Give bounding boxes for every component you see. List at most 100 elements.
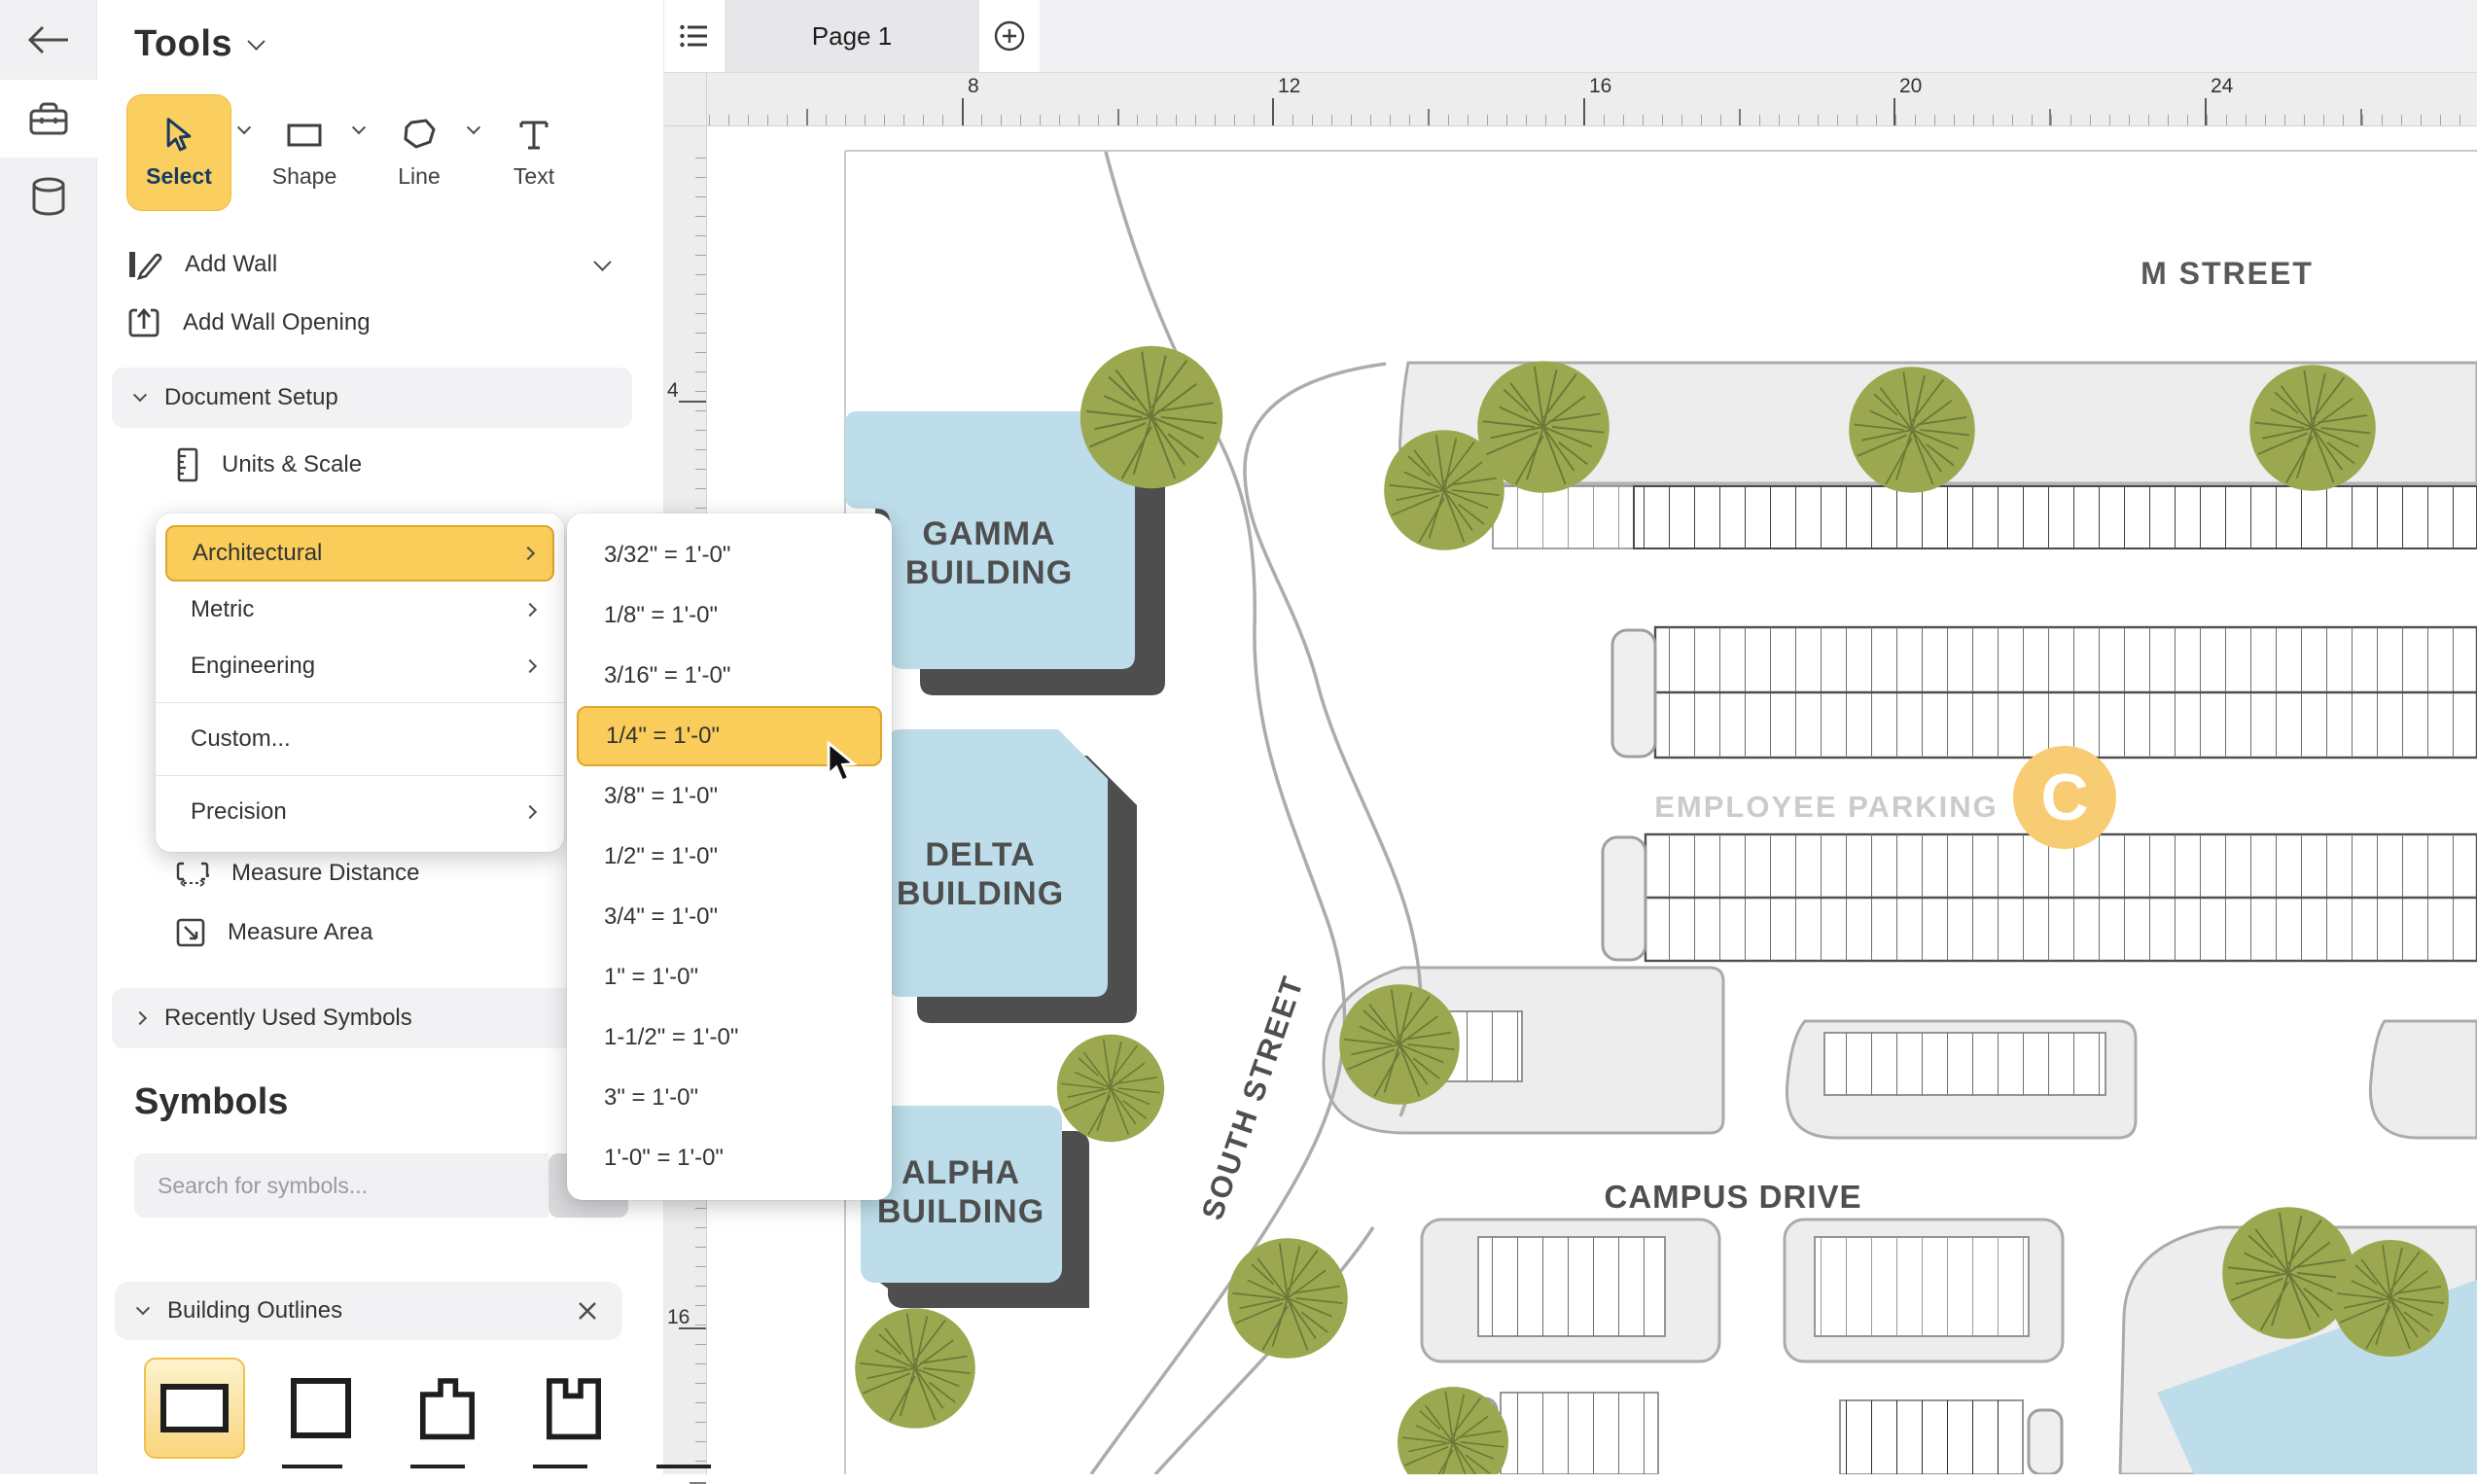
alpha-building[interactable]: ALPHA BUILDING (861, 1106, 1089, 1308)
document-setup-label: Document Setup (164, 384, 338, 411)
select-dropdown-chevron[interactable] (237, 121, 251, 134)
ruler-number: 24 (2211, 75, 2233, 98)
menu-item-custom[interactable]: Custom... (165, 711, 554, 767)
recently-used-label: Recently Used Symbols (164, 1005, 412, 1032)
cursor-icon (162, 117, 195, 154)
symbol-row2-peek[interactable] (282, 1465, 342, 1474)
scale-option[interactable]: 3" = 1'-0" (577, 1068, 882, 1128)
measure-distance-row[interactable]: Measure Distance (126, 848, 642, 899)
symbol-rect-wide[interactable] (144, 1358, 245, 1459)
scale-option[interactable]: 1/2" = 1'-0" (577, 827, 882, 887)
scale-option[interactable]: 1-1/2" = 1'-0" (577, 1007, 882, 1068)
gamma-building-label: GAMMA (922, 515, 1055, 552)
scale-option-label: 3/4" = 1'-0" (604, 903, 718, 931)
tool-buttons-row: Select Shape Line Text (126, 89, 642, 216)
architectural-scale-submenu: 3/32" = 1'-0" 1/8" = 1'-0" 3/16" = 1'-0"… (567, 513, 892, 1200)
add-wall-chevron[interactable] (593, 253, 611, 270)
add-page-button[interactable] (979, 0, 1040, 72)
add-wall-opening-label: Add Wall Opening (183, 309, 371, 336)
scale-option-label: 3/8" = 1'-0" (604, 783, 718, 810)
shapes-library-button[interactable] (0, 80, 97, 158)
employee-parking-label: EMPLOYEE PARKING (1654, 790, 1999, 824)
building-outlines-label: Building Outlines (167, 1297, 342, 1325)
ruler-number: 16 (667, 1306, 690, 1329)
page-tab-label: Page 1 (812, 21, 892, 52)
submenu-chevron-icon (523, 805, 537, 819)
symbol-search-input[interactable] (134, 1153, 548, 1218)
shape-tool-button[interactable]: Shape (263, 94, 346, 211)
data-button[interactable] (0, 158, 97, 235)
plus-circle-icon (993, 19, 1026, 53)
menu-item-engineering[interactable]: Engineering (165, 638, 554, 694)
shape-dropdown-chevron[interactable] (352, 121, 366, 134)
alpha-building-label: BUILDING (877, 1193, 1044, 1230)
add-wall-row[interactable]: Add Wall (126, 239, 642, 290)
select-tool-button[interactable]: Select (126, 94, 231, 211)
page-tab[interactable]: Page 1 (725, 0, 979, 72)
units-scale-row[interactable]: Units & Scale (126, 440, 642, 490)
menu-item-precision[interactable]: Precision (165, 784, 554, 840)
delta-building-label: DELTA (925, 836, 1035, 873)
menu-item-label: Architectural (193, 540, 322, 567)
ruler-number: 8 (968, 75, 979, 98)
site-plan-canvas[interactable]: GAMMA BUILDING DELTA BUILDING ALPHA BUIL… (707, 126, 2477, 1474)
menu-divider (156, 702, 564, 703)
scale-option[interactable]: 3/16" = 1'-0" (577, 646, 882, 706)
line-tool-label: Line (398, 163, 440, 190)
campus-drive-stalls[interactable] (1402, 1011, 2105, 1474)
scale-option-label: 1'-0" = 1'-0" (604, 1145, 724, 1172)
symbol-square[interactable] (270, 1358, 372, 1459)
back-button[interactable] (0, 0, 97, 80)
scale-option[interactable]: 1/8" = 1'-0" (577, 585, 882, 646)
menu-item-metric[interactable]: Metric (165, 582, 554, 638)
parking-badge-c[interactable]: C (2013, 746, 2116, 849)
delta-building[interactable]: DELTA BUILDING (888, 729, 1137, 1023)
left-icon-rail (0, 0, 97, 1474)
symbol-row2-peek[interactable] (533, 1465, 587, 1474)
symbol-square-notch[interactable] (523, 1358, 624, 1459)
document-setup-header[interactable]: Document Setup (112, 368, 632, 428)
database-icon (31, 177, 66, 216)
ruler-number: 12 (1278, 75, 1300, 98)
add-wall-opening-row[interactable]: Add Wall Opening (126, 298, 642, 348)
employee-parking-stalls[interactable] (1493, 486, 2477, 961)
scale-option[interactable]: 3/4" = 1'-0" (577, 887, 882, 947)
scale-option-label: 1/2" = 1'-0" (604, 843, 718, 870)
tools-header[interactable]: Tools (134, 23, 263, 65)
close-icon[interactable] (576, 1299, 599, 1323)
delta-building-label: BUILDING (897, 875, 1064, 912)
line-tool-button[interactable]: Line (377, 94, 461, 211)
menu-item-architectural[interactable]: Architectural (165, 525, 554, 582)
scale-option[interactable]: 1" = 1'-0" (577, 947, 882, 1007)
text-tool-button[interactable]: Text (492, 94, 576, 211)
add-wall-opening-icon (126, 305, 161, 340)
line-dropdown-chevron[interactable] (467, 121, 480, 134)
tools-title: Tools (134, 23, 232, 65)
scale-option[interactable]: 3/32" = 1'-0" (577, 525, 882, 585)
page-tab-bar: Page 1 (664, 0, 2477, 73)
building-outlines-chevron (136, 1301, 150, 1315)
page-list-button[interactable] (664, 0, 725, 72)
submenu-chevron-icon (523, 603, 537, 617)
measure-distance-label: Measure Distance (231, 860, 419, 887)
scale-option[interactable]: 1'-0" = 1'-0" (577, 1128, 882, 1188)
units-scale-menu: Architectural Metric Engineering Custom.… (156, 513, 564, 852)
m-street-label: M STREET (2141, 256, 2314, 291)
measure-distance-icon (175, 860, 210, 887)
measure-area-row[interactable]: Measure Area (126, 907, 642, 958)
recently-used-symbols-header[interactable]: Recently Used Symbols (112, 988, 632, 1048)
horizontal-ruler[interactable]: 8 12 16 20 24 (664, 73, 2477, 126)
symbol-row2-peek[interactable] (656, 1465, 711, 1474)
parking-island[interactable] (2370, 1021, 2477, 1138)
building-outlines-header[interactable]: Building Outlines (115, 1282, 622, 1340)
submenu-chevron-icon (521, 547, 535, 560)
symbol-square-tab[interactable] (397, 1358, 498, 1459)
alpha-building-label: ALPHA (902, 1154, 1020, 1191)
menu-item-label: Metric (191, 596, 254, 623)
symbol-grid (144, 1358, 689, 1459)
page-list-icon (680, 23, 709, 49)
measure-area-icon (175, 917, 206, 948)
symbol-row2-peek[interactable] (410, 1465, 465, 1474)
text-tool-label: Text (513, 163, 554, 190)
scale-option-label: 1/4" = 1'-0" (606, 723, 720, 750)
